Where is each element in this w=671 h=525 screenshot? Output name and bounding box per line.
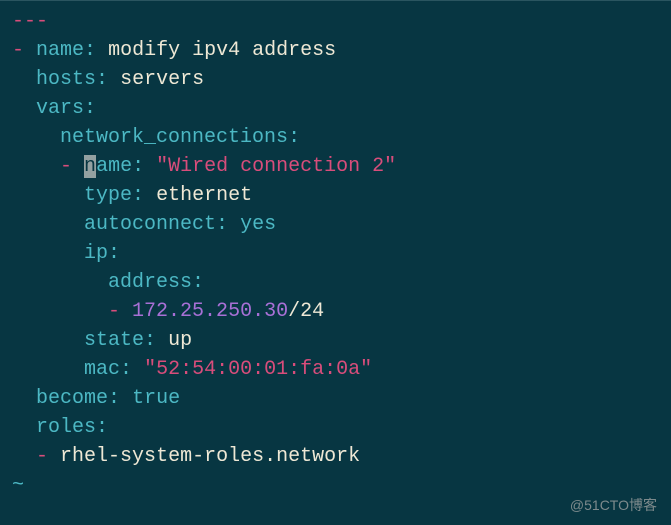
role-item-value: rhel-system-roles.network bbox=[60, 445, 360, 468]
conn-name-line: - name: "Wired connection 2" bbox=[12, 152, 671, 181]
ip-line: ip: bbox=[12, 239, 671, 268]
role-item-line: - rhel-system-roles.network bbox=[12, 442, 671, 471]
hosts-line: hosts: servers bbox=[12, 65, 671, 94]
state-line: state: up bbox=[12, 326, 671, 355]
mac-value: "52:54:00:01:fa:0a" bbox=[144, 358, 372, 381]
network-connections-line: network_connections: bbox=[12, 123, 671, 152]
roles-line: roles: bbox=[12, 413, 671, 442]
list-dash: - bbox=[108, 300, 120, 323]
tilde-marker: ~ bbox=[12, 474, 24, 497]
state-value: up bbox=[168, 329, 192, 352]
address-line: address: bbox=[12, 268, 671, 297]
autoconnect-key: autoconnect bbox=[84, 213, 216, 236]
yaml-document-start: --- bbox=[12, 7, 671, 36]
autoconnect-line: autoconnect: yes bbox=[12, 210, 671, 239]
address-key: address bbox=[108, 271, 192, 294]
autoconnect-value: yes bbox=[240, 213, 276, 236]
play-name-line: - name: modify ipv4 address bbox=[12, 36, 671, 65]
list-dash: - bbox=[36, 445, 48, 468]
watermark: @51CTO博客 bbox=[570, 495, 657, 515]
hosts-value: servers bbox=[120, 68, 204, 91]
play-name-value: modify ipv4 address bbox=[108, 39, 336, 62]
name-key: name bbox=[36, 39, 84, 62]
roles-key: roles bbox=[36, 416, 96, 439]
doc-start: --- bbox=[12, 10, 48, 33]
network-connections-key: network_connections bbox=[60, 126, 288, 149]
ip-key: ip bbox=[84, 242, 108, 265]
type-line: type: ethernet bbox=[12, 181, 671, 210]
vars-line: vars: bbox=[12, 94, 671, 123]
list-dash: - bbox=[12, 39, 24, 62]
cursor-block: n bbox=[84, 155, 96, 178]
conn-name-key-rest: ame bbox=[96, 155, 132, 178]
type-value: ethernet bbox=[156, 184, 252, 207]
mac-line: mac: "52:54:00:01:fa:0a" bbox=[12, 355, 671, 384]
mac-key: mac bbox=[84, 358, 120, 381]
hosts-key: hosts bbox=[36, 68, 96, 91]
become-value: true bbox=[132, 387, 180, 410]
ip-mask-value: /24 bbox=[288, 300, 324, 323]
list-dash: - bbox=[60, 155, 72, 178]
conn-name-value: "Wired connection 2" bbox=[156, 155, 396, 178]
address-item-line: - 172.25.250.30/24 bbox=[12, 297, 671, 326]
ip-address-value: 172.25.250.30 bbox=[132, 300, 288, 323]
state-key: state bbox=[84, 329, 144, 352]
become-line: become: true bbox=[12, 384, 671, 413]
vars-key: vars bbox=[36, 97, 84, 120]
type-key: type bbox=[84, 184, 132, 207]
become-key: become bbox=[36, 387, 108, 410]
